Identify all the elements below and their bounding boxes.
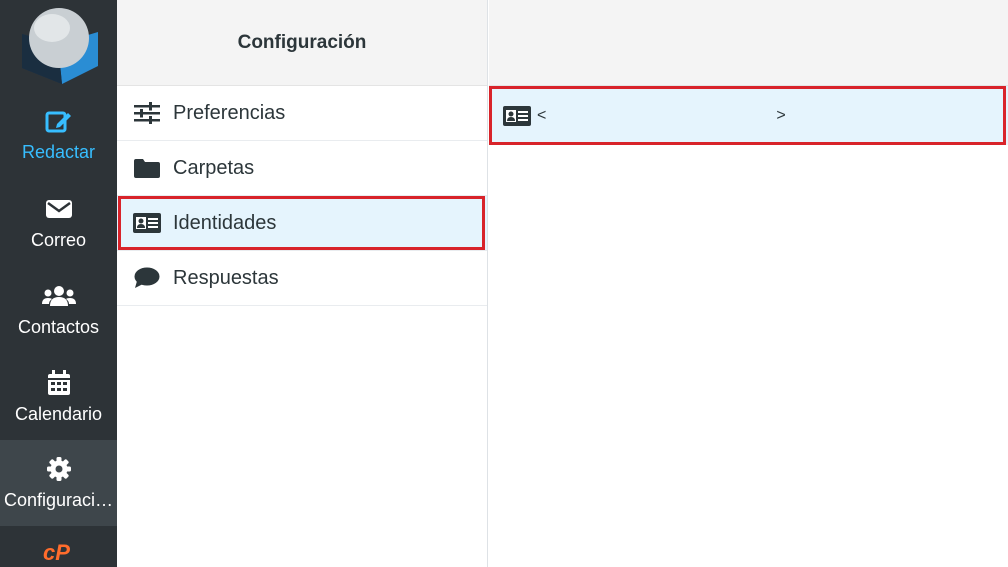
folder-icon: [133, 156, 161, 180]
settings-item-responses[interactable]: Respuestas: [117, 251, 487, 306]
cpanel-logo[interactable]: cP: [0, 530, 117, 567]
identity-email-open: <: [537, 106, 547, 124]
settings-item-label: Carpetas: [173, 156, 255, 179]
nav-contacts-label: Contactos: [17, 317, 100, 337]
nav-contacts[interactable]: Contactos: [0, 267, 117, 353]
envelope-icon: [0, 196, 117, 222]
id-card-icon: [503, 105, 531, 127]
settings-item-label: Identidades: [173, 211, 277, 234]
nav-calendar[interactable]: Calendario: [0, 354, 117, 440]
gear-icon: [0, 456, 117, 482]
identity-row[interactable]: < >: [489, 86, 1008, 145]
identity-email-close: >: [776, 106, 786, 124]
settings-item-label: Preferencias: [173, 101, 286, 124]
comment-icon: [133, 266, 161, 290]
id-card-icon: [133, 211, 161, 235]
svg-text:cP: cP: [43, 540, 70, 564]
settings-pane: Configuración Preferencias Carpetas Iden…: [117, 0, 488, 567]
roundcube-logo[interactable]: [0, 0, 117, 92]
settings-title: Configuración: [117, 0, 487, 86]
compose-icon: [0, 108, 117, 134]
settings-item-label: Respuestas: [173, 266, 279, 289]
nav-mail-label: Correo: [30, 230, 87, 250]
nav-settings-label: Configuraci…: [3, 490, 114, 510]
settings-item-folders[interactable]: Carpetas: [117, 141, 487, 196]
settings-item-preferences[interactable]: Preferencias: [117, 86, 487, 141]
sliders-icon: [133, 101, 161, 125]
identities-header: [489, 0, 1008, 86]
calendar-icon: [0, 370, 117, 396]
nav-calendar-label: Calendario: [14, 404, 103, 424]
nav-mail[interactable]: Correo: [0, 180, 117, 266]
main-navigation: Redactar Correo Contactos Calendario Con…: [0, 0, 117, 567]
users-icon: [0, 283, 117, 309]
nav-settings[interactable]: Configuraci…: [0, 440, 117, 526]
nav-compose-label: Redactar: [21, 142, 96, 162]
settings-item-identities[interactable]: Identidades: [117, 196, 487, 251]
nav-compose[interactable]: Redactar: [0, 92, 117, 178]
identities-pane: < >: [489, 0, 1008, 567]
